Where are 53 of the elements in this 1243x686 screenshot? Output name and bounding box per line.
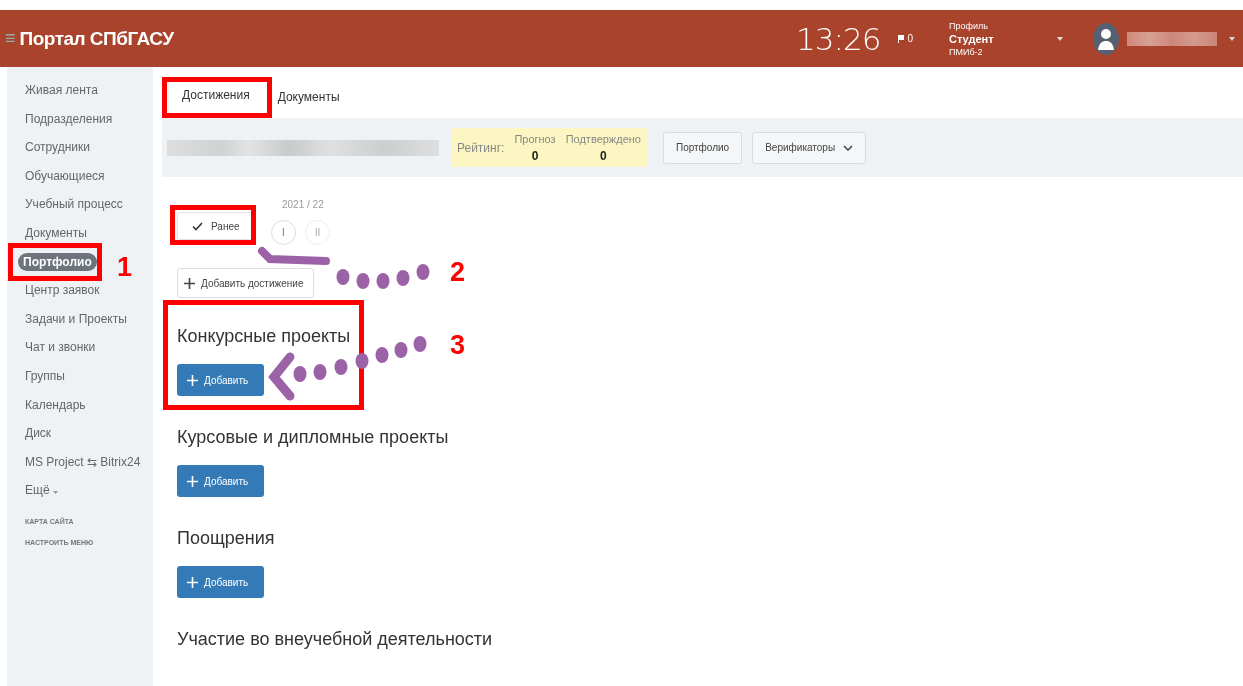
portal-title[interactable]: Портал СПбГАСУ: [19, 27, 174, 50]
sidebar-item[interactable]: Учебный процесс: [25, 196, 123, 213]
add-button[interactable]: Добавить: [177, 364, 264, 396]
sidebar-item[interactable]: Подразделения: [25, 110, 113, 127]
rating-value: 0: [599, 148, 607, 163]
notification-count: 0: [907, 33, 913, 44]
rating-column-label: Подтверждено: [565, 132, 641, 145]
step-number: 3: [450, 330, 466, 361]
profile-label: Профиль: [949, 20, 989, 31]
sidebar-item[interactable]: Чат и звонки: [25, 339, 96, 356]
sidebar-item[interactable]: Ещё: [25, 482, 58, 499]
chevron-down-icon: [843, 144, 854, 151]
plus-icon: [187, 475, 198, 487]
caret-icon[interactable]: [1229, 36, 1235, 41]
sidebar-item[interactable]: Группы: [25, 367, 65, 384]
academic-year: 2021 / 22: [282, 199, 324, 210]
sidebar-item[interactable]: MS Project ⇆ Bitrix24: [25, 453, 141, 470]
step-number: 1: [117, 252, 133, 283]
section-heading: Поощрения: [177, 527, 275, 550]
caret-icon: [52, 491, 58, 495]
sidebar-item[interactable]: Задачи и Проекты: [25, 310, 127, 327]
profile-role[interactable]: Студент: [949, 32, 1057, 45]
sidebar-item[interactable]: Живая лента: [25, 82, 98, 98]
sidebar-item[interactable]: Центр заявок: [25, 282, 100, 299]
sidebar-item[interactable]: Календарь: [25, 396, 86, 413]
step-number: 2: [450, 257, 466, 288]
flag-icon[interactable]: [898, 34, 905, 43]
clock-time: 13:26: [796, 20, 881, 57]
sidebar-item[interactable]: Диск: [25, 425, 52, 442]
plus-icon: [184, 277, 195, 289]
add-button[interactable]: Добавить: [177, 465, 264, 497]
plus-icon: [187, 374, 198, 386]
avatar-icon[interactable]: [1093, 22, 1119, 55]
add-achievement-button[interactable]: Добавить достижение: [177, 268, 315, 298]
sidebar-item[interactable]: Сотрудники: [25, 139, 90, 156]
caret-icon[interactable]: [1057, 36, 1063, 41]
add-button[interactable]: Добавить: [177, 566, 264, 598]
check-icon: [192, 221, 203, 231]
section-heading: Конкурсные проекты: [177, 325, 351, 348]
sidebar-item[interactable]: Обучающиеся: [25, 167, 105, 184]
sidebar-item[interactable]: Портфолио: [18, 252, 97, 271]
section-heading: Курсовые и дипломные проекты: [177, 426, 449, 449]
tab[interactable]: Документы: [263, 76, 354, 118]
rating-label: Рейтинг:: [457, 140, 505, 155]
rating-column-label: Прогноз: [514, 132, 556, 145]
term-button[interactable]: I: [271, 220, 296, 245]
dropdown-button[interactable]: Верификаторы: [752, 131, 867, 164]
rating-value: 0: [531, 148, 539, 163]
portfolio-button[interactable]: Портфолио: [662, 131, 743, 164]
plus-icon: [187, 576, 198, 588]
profile-group: ПМИб-2: [949, 46, 1057, 57]
section-heading: Участие во внеучебной деятельности: [177, 628, 493, 651]
sidebar-item[interactable]: Документы: [25, 224, 87, 241]
